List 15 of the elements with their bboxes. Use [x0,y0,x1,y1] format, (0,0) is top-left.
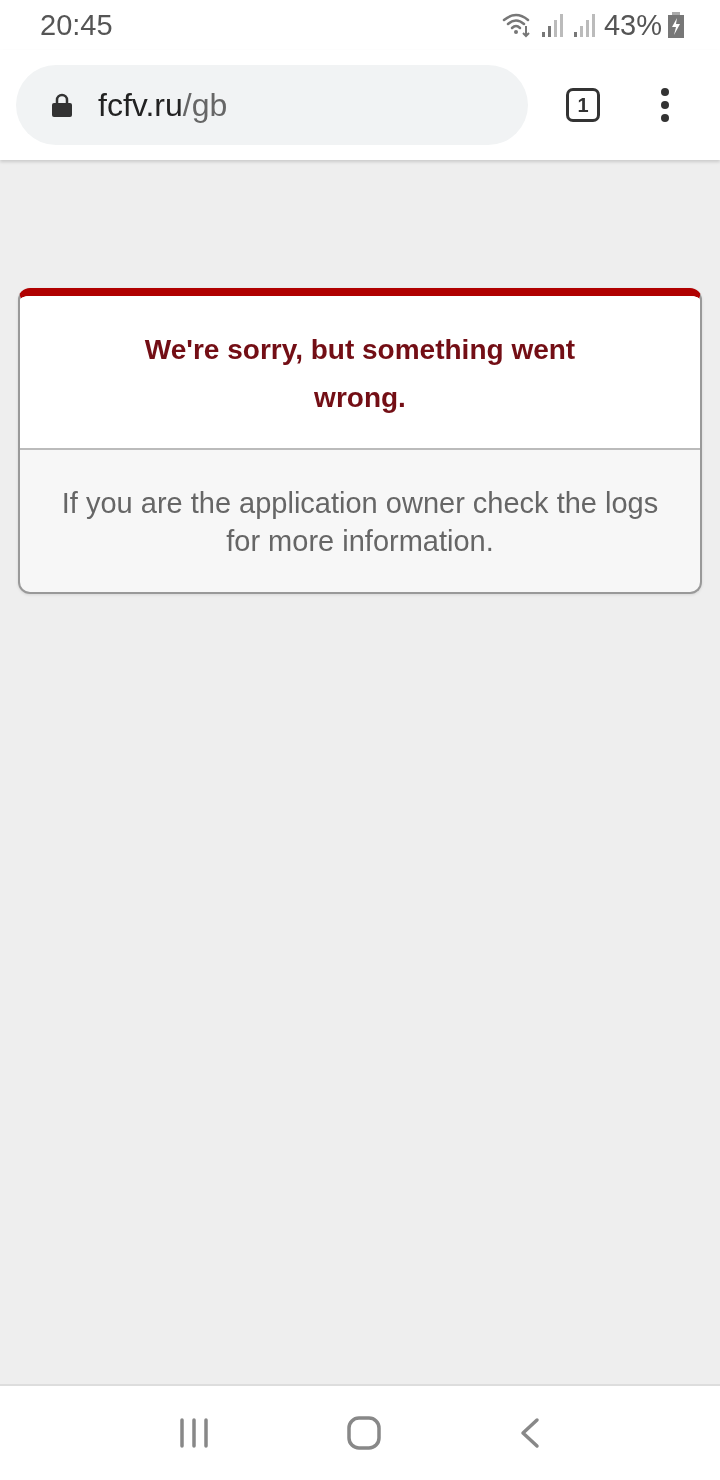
tab-count-button[interactable]: 1 [566,88,600,122]
address-bar[interactable]: fcfv.ru/gb [16,65,528,145]
error-message: If you are the application owner check the logs for more information. [60,486,660,559]
url-text: fcfv.ru/gb [98,86,228,124]
signal-icon [539,12,566,38]
home-icon[interactable] [347,1416,381,1450]
battery-percent: 43% [603,8,662,42]
recent-apps-icon[interactable] [179,1417,209,1449]
error-title: We're sorry, but something went wrong. [143,333,577,415]
menu-icon[interactable] [660,88,670,122]
signal-icon [571,12,598,38]
lock-icon [52,93,72,117]
battery-icon [668,12,684,38]
back-icon[interactable] [519,1417,541,1449]
status-time: 20:45 [40,8,113,42]
